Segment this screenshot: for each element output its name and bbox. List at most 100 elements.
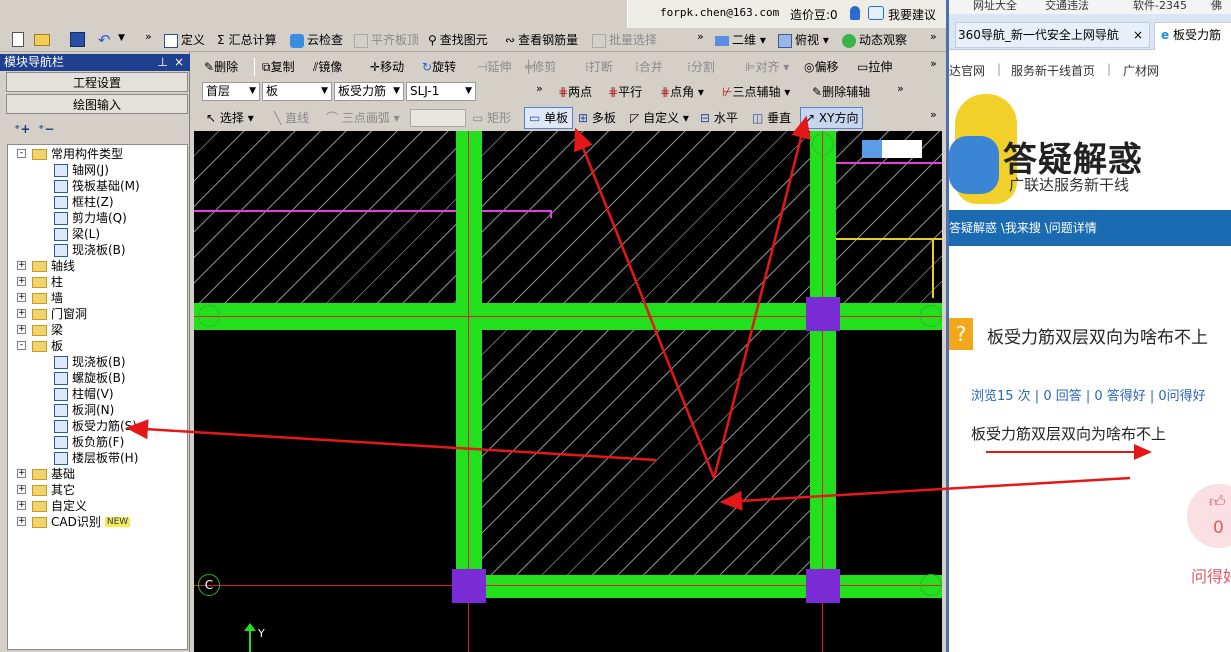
mirror-button[interactable]: ⫽镜像: [313, 57, 342, 77]
move-button[interactable]: ✛移动: [370, 57, 404, 77]
tab-current[interactable]: e 板受力筋: [1154, 22, 1231, 50]
cloud-check-button[interactable]: 云检查: [290, 30, 343, 50]
tree-folder[interactable]: + 轴线: [17, 258, 75, 274]
tree-item[interactable]: 剪力墙(Q): [54, 210, 127, 226]
horizontal-button[interactable]: ⊟ 水平: [700, 108, 738, 128]
offset-button[interactable]: ◎偏移: [804, 57, 839, 77]
new-file-icon[interactable]: [12, 32, 24, 47]
ask-good-label[interactable]: 问得好: [1191, 563, 1231, 587]
point-angle-button[interactable]: ⋕点角 ▾: [660, 82, 704, 102]
tree-folder[interactable]: - 常用构件类型: [17, 146, 123, 162]
project-settings-button[interactable]: 工程设置: [6, 72, 188, 92]
type-select[interactable]: 板受力筋 ▼: [334, 82, 404, 101]
define-button[interactable]: 定义: [164, 30, 205, 50]
tree-folder[interactable]: + 其它: [17, 482, 75, 498]
like-button[interactable]: 👍︎ 0: [1187, 484, 1231, 548]
bookmark[interactable]: 网址大全: [973, 0, 1017, 13]
tree-folder[interactable]: + 墙: [17, 290, 63, 306]
open-folder-icon[interactable]: [34, 34, 50, 46]
toolbar-overflow-icon[interactable]: »: [930, 108, 937, 121]
view-rebar-button[interactable]: ∾ 查看钢筋量: [505, 30, 578, 50]
bookmark[interactable]: 软件-2345: [1133, 0, 1187, 13]
expand-icon[interactable]: +: [17, 501, 26, 510]
align-button[interactable]: ⊫对齐 ▾: [745, 57, 789, 77]
toolbar-overflow-icon[interactable]: »: [145, 30, 152, 43]
tree-folder[interactable]: + 自定义: [17, 498, 87, 514]
line-tool[interactable]: ╲ 直线: [274, 108, 309, 128]
copy-button[interactable]: ⧉复制: [262, 57, 295, 77]
notify-icon[interactable]: [850, 6, 860, 20]
tab-360-nav[interactable]: 360导航_新一代安全上网导航 ×: [955, 22, 1150, 48]
tree-folder[interactable]: + 基础: [17, 466, 75, 482]
collapse-all-icon[interactable]: ⁺−: [38, 122, 54, 136]
view-direction-dropdown[interactable]: 俯视 ▾: [778, 30, 829, 50]
expand-icon[interactable]: +: [17, 325, 26, 334]
expand-icon[interactable]: +: [17, 469, 26, 478]
collapse-icon[interactable]: -: [17, 149, 26, 158]
tree-folder[interactable]: + 梁: [17, 322, 63, 338]
tree-folder[interactable]: + 门窗洞: [17, 306, 87, 322]
arc-tool[interactable]: ⌒ 三点画弧 ▾: [326, 108, 400, 128]
drawing-canvas[interactable]: C Y: [194, 131, 942, 652]
view-mode-dropdown[interactable]: 二维 ▾: [715, 30, 766, 50]
toolbar-overflow-icon[interactable]: »: [697, 30, 704, 43]
tree-item[interactable]: 板洞(N): [54, 402, 114, 418]
draw-input-button[interactable]: 绘图输入: [6, 94, 188, 114]
category-select[interactable]: 板 ▼: [262, 82, 332, 101]
undo-dropdown-icon[interactable]: ▼: [118, 33, 125, 43]
parallel-button[interactable]: ⋕平行: [608, 82, 642, 102]
close-icon[interactable]: ×: [174, 54, 184, 71]
expand-icon[interactable]: +: [17, 309, 26, 318]
custom-button[interactable]: ◸ 自定义 ▾: [630, 108, 689, 128]
name-select[interactable]: SLJ-1 ▼: [406, 82, 476, 101]
batch-select-button[interactable]: 批量选择: [592, 30, 657, 50]
delete-button[interactable]: ✎删除: [204, 57, 238, 77]
toolbar-overflow-icon[interactable]: »: [930, 57, 937, 70]
toolbar-overflow-icon[interactable]: »: [930, 30, 937, 43]
bookmark[interactable]: 佛: [1211, 0, 1222, 13]
rotate-button[interactable]: ↻旋转: [422, 57, 456, 77]
site-nav-link[interactable]: 服务新干线首页: [1011, 62, 1095, 79]
delete-axis-button[interactable]: ✎删除辅轴: [812, 82, 870, 102]
trim-button[interactable]: ╪修剪: [525, 57, 556, 77]
expand-icon[interactable]: +: [17, 261, 26, 270]
arc-param-select[interactable]: [410, 109, 466, 127]
tree-item[interactable]: 柱帽(V): [54, 386, 114, 402]
expand-all-icon[interactable]: ⁺+: [14, 122, 30, 136]
site-nav-link[interactable]: 广材网: [1123, 62, 1159, 79]
suggest-link[interactable]: 我要建议: [888, 6, 936, 23]
sum-button[interactable]: Σ 汇总计算: [217, 30, 277, 50]
save-icon[interactable]: [70, 32, 85, 47]
extend-button[interactable]: ⊣延伸: [477, 57, 511, 77]
expand-icon[interactable]: +: [17, 517, 26, 526]
tree-item[interactable]: 楼层板带(H): [54, 450, 138, 466]
flush-top-button[interactable]: 平齐板顶: [354, 30, 419, 50]
tree-item[interactable]: 梁(L): [54, 226, 100, 242]
tree-item[interactable]: 现浇板(B): [54, 354, 126, 370]
undo-icon[interactable]: ↶: [98, 31, 111, 49]
three-point-axis-button[interactable]: ⊬三点辅轴 ▾: [722, 82, 790, 102]
split-button[interactable]: ⁞分割: [687, 57, 715, 77]
tree-item[interactable]: 板受力筋(S): [54, 418, 137, 434]
expand-icon[interactable]: +: [17, 277, 26, 286]
two-points-button[interactable]: ⋕两点: [558, 82, 592, 102]
vertical-button[interactable]: ◫ 垂直: [752, 108, 791, 128]
tree-folder[interactable]: + CAD识别 NEW: [17, 514, 131, 530]
floor-select[interactable]: 首层 ▼: [202, 82, 260, 101]
expand-icon[interactable]: +: [17, 485, 26, 494]
tree-folder[interactable]: -板: [17, 338, 63, 354]
multi-slab-button[interactable]: ⊞ 多板: [578, 108, 616, 128]
tree-item[interactable]: 现浇板(B): [54, 242, 126, 258]
account-email[interactable]: forpk.chen@163.com: [660, 6, 779, 19]
merge-button[interactable]: ⁞合并: [635, 57, 663, 77]
tab-close-icon[interactable]: ×: [1133, 23, 1143, 47]
tree-item[interactable]: 筏板基础(M): [54, 178, 140, 194]
pin-icon[interactable]: ⊥: [158, 54, 168, 71]
single-slab-button[interactable]: ▭ 单板: [524, 107, 574, 129]
breadcrumb[interactable]: 答疑解惑 \我来搜 \问题详情: [949, 221, 1097, 235]
bookmark[interactable]: 交通违法: [1045, 0, 1089, 13]
rect-tool[interactable]: ▭ 矩形: [472, 108, 511, 128]
toolbar-overflow-icon[interactable]: »: [897, 82, 904, 95]
toolbar-overflow-icon[interactable]: »: [536, 82, 543, 95]
collapse-icon[interactable]: -: [17, 341, 26, 350]
